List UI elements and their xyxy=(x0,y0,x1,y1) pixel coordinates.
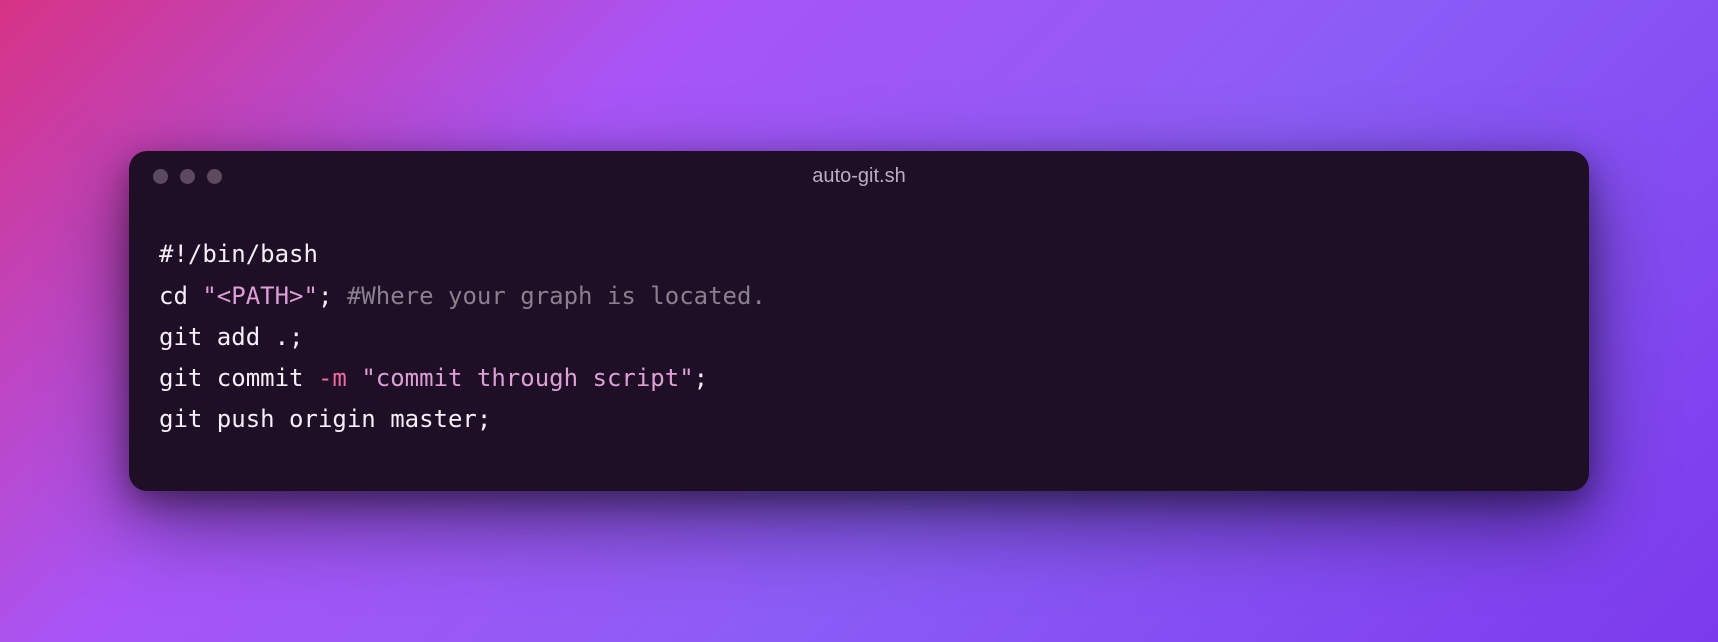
maximize-icon[interactable] xyxy=(207,169,222,184)
window-titlebar: auto-git.sh xyxy=(129,151,1589,194)
code-token: ; xyxy=(694,364,708,392)
code-string: "commit through script" xyxy=(361,364,693,392)
code-comment: #Where your graph is located. xyxy=(347,282,766,310)
code-content: #!/bin/bash cd "<PATH>"; #Where your gra… xyxy=(129,194,1589,490)
window-title: auto-git.sh xyxy=(812,165,905,188)
code-token xyxy=(347,364,361,392)
code-token: git commit xyxy=(159,364,318,392)
code-line-1: #!/bin/bash xyxy=(159,240,318,268)
code-line-5: git push origin master; xyxy=(159,405,491,433)
close-icon[interactable] xyxy=(153,169,168,184)
traffic-lights xyxy=(153,169,222,184)
code-token: ; xyxy=(318,282,347,310)
terminal-window: auto-git.sh #!/bin/bash cd "<PATH>"; #Wh… xyxy=(129,151,1589,490)
code-line-3: git add .; xyxy=(159,323,304,351)
code-flag: -m xyxy=(318,364,347,392)
minimize-icon[interactable] xyxy=(180,169,195,184)
code-token: cd xyxy=(159,282,202,310)
code-string: "<PATH>" xyxy=(202,282,318,310)
